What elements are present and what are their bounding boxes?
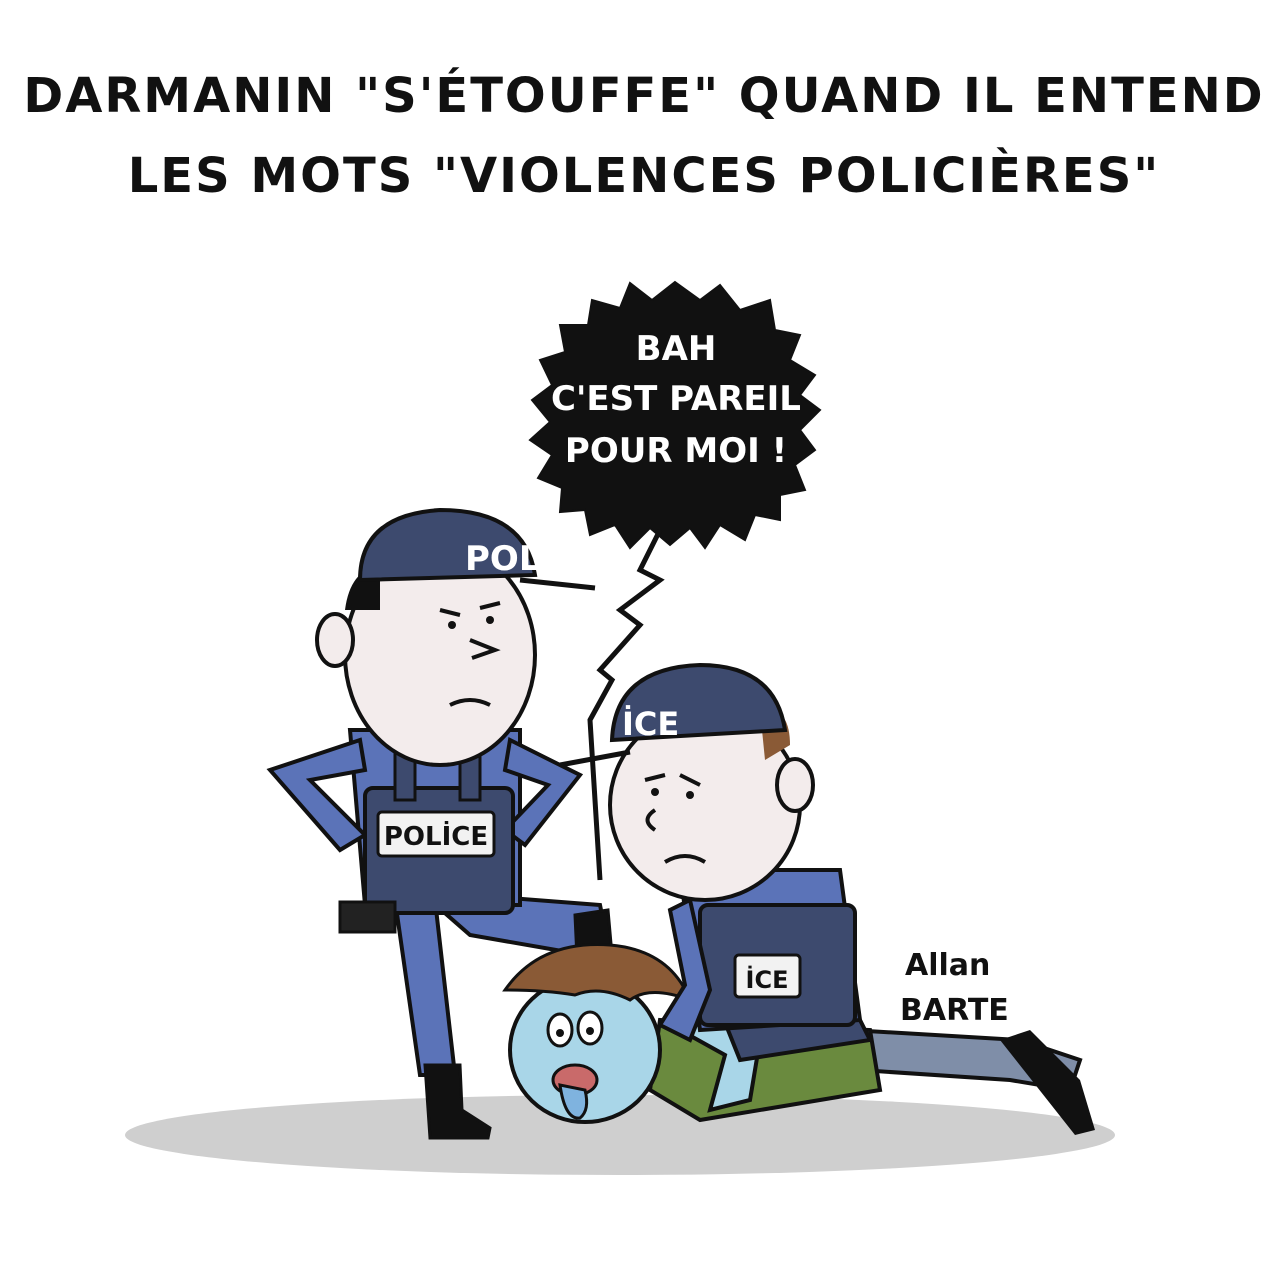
cap-label: POL [465,539,541,579]
bubble-line-3: POUR MOI ! [565,431,787,471]
bubble-line-2: C'EST PAREIL [551,379,801,419]
cartoon-scene: BAH C'EST PAREIL POUR MOI ! POLİCE POL İ… [125,280,1115,1175]
vest-label: POLİCE [384,820,488,852]
cap-label: İCE [622,705,679,743]
bubble-line-1: BAH [636,329,717,369]
signature-line-2: BARTE [900,993,1009,1028]
vest-label: İCE [746,965,789,994]
signature-line-1: Allan [905,948,990,983]
artist-signature: Allan BARTE [900,948,1009,1028]
